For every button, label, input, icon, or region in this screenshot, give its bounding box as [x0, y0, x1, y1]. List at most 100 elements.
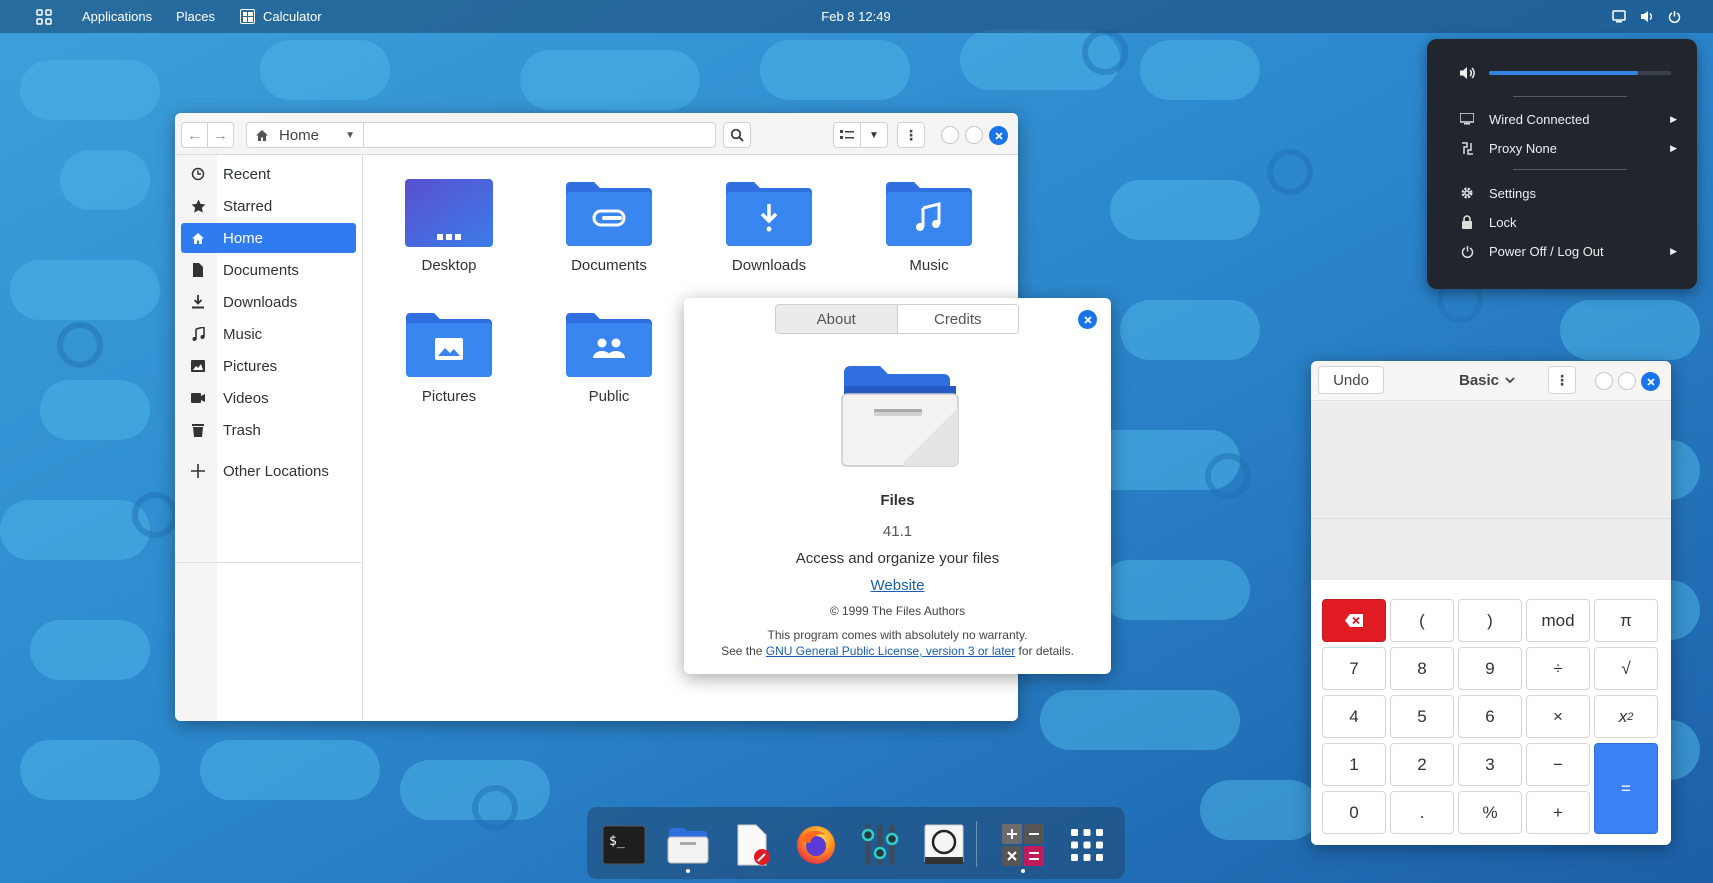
home-icon [256, 129, 268, 141]
location-entry[interactable] [364, 122, 716, 148]
sidebar-item-label: Pictures [223, 357, 278, 375]
digit-5-key[interactable]: 5 [1390, 695, 1454, 738]
forward-button[interactable]: → [207, 122, 234, 148]
firefox-icon[interactable] [794, 823, 838, 867]
dock-separator [976, 821, 977, 867]
power-icon [1668, 11, 1681, 23]
digit-3-key[interactable]: 3 [1458, 743, 1522, 786]
main-menu-button[interactable]: ⋮ [897, 122, 925, 148]
sidebar-item-documents[interactable]: Documents [181, 255, 356, 285]
text-editor-icon[interactable] [730, 823, 774, 867]
folder-public[interactable]: Public [549, 309, 669, 405]
subtract-key[interactable]: − [1526, 743, 1590, 786]
calculator-icon[interactable] [1001, 823, 1045, 867]
digit-7-key[interactable]: 7 [1322, 647, 1386, 690]
about-app-name: Files [880, 492, 915, 509]
sidebar-item-music[interactable]: Music [181, 319, 356, 349]
screenshot-icon[interactable] [922, 823, 966, 867]
about-website-link[interactable]: Website [684, 577, 1111, 594]
sidebar-item-pictures[interactable]: Pictures [181, 351, 356, 381]
sidebar-item-label: Starred [223, 197, 273, 215]
close-paren-key[interactable]: ) [1458, 599, 1522, 642]
search-button[interactable] [723, 122, 751, 148]
digit-6-key[interactable]: 6 [1458, 695, 1522, 738]
menu-item-proxy[interactable]: Proxy None ▶ [1459, 137, 1677, 159]
files-icon[interactable] [666, 823, 710, 867]
multiply-key[interactable]: × [1526, 695, 1590, 738]
add-key[interactable]: + [1526, 791, 1590, 834]
tab-credits[interactable]: Credits [896, 305, 1018, 333]
maximize-button[interactable] [1618, 372, 1636, 390]
lock-icon [1459, 215, 1475, 229]
minimize-button[interactable] [941, 126, 959, 144]
pictures-folder-icon [406, 313, 492, 377]
close-button[interactable] [1641, 372, 1660, 391]
menu-item-settings[interactable]: Settings [1459, 182, 1677, 204]
terminal-icon[interactable]: $_ [602, 823, 646, 867]
digit-8-key[interactable]: 8 [1390, 647, 1454, 690]
folder-music[interactable]: Music [869, 178, 989, 274]
sidebar-item-home[interactable]: Home [181, 223, 356, 253]
active-app-menu[interactable]: Calculator [240, 0, 322, 33]
volume-slider[interactable] [1489, 71, 1671, 75]
document-icon [183, 263, 213, 277]
calculator-display[interactable] [1311, 402, 1671, 580]
clock[interactable]: Feb 8 12:49 [800, 0, 912, 33]
decimal-key[interactable]: . [1390, 791, 1454, 834]
equals-key[interactable]: = [1594, 743, 1658, 834]
sidebar-item-starred[interactable]: Starred [181, 191, 356, 221]
menu-item-lock[interactable]: Lock [1459, 211, 1677, 233]
sidebar-item-other-locations[interactable]: Other Locations [181, 456, 356, 486]
folder-desktop[interactable]: Desktop [389, 178, 509, 274]
menu-item-power[interactable]: Power Off / Log Out ▶ [1459, 240, 1677, 262]
list-view-icon [840, 130, 854, 139]
mode-selector[interactable]: Basic [1459, 366, 1515, 394]
backspace-key[interactable] [1322, 599, 1386, 642]
applications-menu[interactable]: Applications [82, 0, 152, 33]
square-key[interactable]: x2 [1594, 695, 1658, 738]
digit-9-key[interactable]: 9 [1458, 647, 1522, 690]
chevron-down-icon: ▼ [345, 129, 355, 141]
digit-4-key[interactable]: 4 [1322, 695, 1386, 738]
back-button[interactable]: ← [181, 122, 208, 148]
pi-key[interactable]: π [1594, 599, 1658, 642]
divide-key[interactable]: ÷ [1526, 647, 1590, 690]
sidebar-item-label: Documents [223, 261, 299, 279]
places-menu[interactable]: Places [176, 0, 215, 33]
calculator-menu-button[interactable]: ⋮ [1548, 366, 1576, 394]
app-grid-icon[interactable] [1065, 823, 1109, 867]
activities-grid-icon[interactable] [30, 0, 58, 33]
license-link[interactable]: GNU General Public License, version 3 or… [766, 644, 1015, 658]
minimize-button[interactable] [1595, 372, 1613, 390]
percent-key[interactable]: % [1458, 791, 1522, 834]
close-button[interactable] [989, 126, 1008, 145]
sidebar-item-downloads[interactable]: Downloads [181, 287, 356, 317]
settings-mixer-icon[interactable] [858, 823, 902, 867]
sidebar-item-videos[interactable]: Videos [181, 383, 356, 413]
view-options-dropdown[interactable]: ▼ [860, 122, 888, 148]
running-indicator [686, 869, 690, 873]
sidebar-item-label: Videos [223, 389, 269, 407]
view-toggle-button[interactable] [833, 122, 861, 148]
digit-1-key[interactable]: 1 [1322, 743, 1386, 786]
license-suffix: for details. [1015, 644, 1074, 658]
maximize-button[interactable] [965, 126, 983, 144]
sidebar-item-recent[interactable]: Recent [181, 159, 356, 189]
folder-pictures[interactable]: Pictures [389, 309, 509, 405]
tab-about[interactable]: About [776, 305, 897, 333]
star-icon [183, 199, 213, 213]
files-sidebar: Recent Starred Home Documents Downloads … [175, 155, 363, 721]
menu-item-wired[interactable]: Wired Connected ▶ [1459, 108, 1677, 130]
system-status-area[interactable] [1612, 0, 1681, 33]
folder-downloads[interactable]: Downloads [709, 178, 829, 274]
digit-0-key[interactable]: 0 [1322, 791, 1386, 834]
mod-key[interactable]: mod [1526, 599, 1590, 642]
sqrt-key[interactable]: √ [1594, 647, 1658, 690]
open-paren-key[interactable]: ( [1390, 599, 1454, 642]
about-close-button[interactable] [1078, 310, 1097, 329]
path-bar-home[interactable]: Home ▼ [246, 122, 364, 148]
sidebar-item-trash[interactable]: Trash [181, 415, 356, 445]
folder-documents[interactable]: Documents [549, 178, 669, 274]
digit-2-key[interactable]: 2 [1390, 743, 1454, 786]
undo-button[interactable]: Undo [1318, 366, 1384, 394]
